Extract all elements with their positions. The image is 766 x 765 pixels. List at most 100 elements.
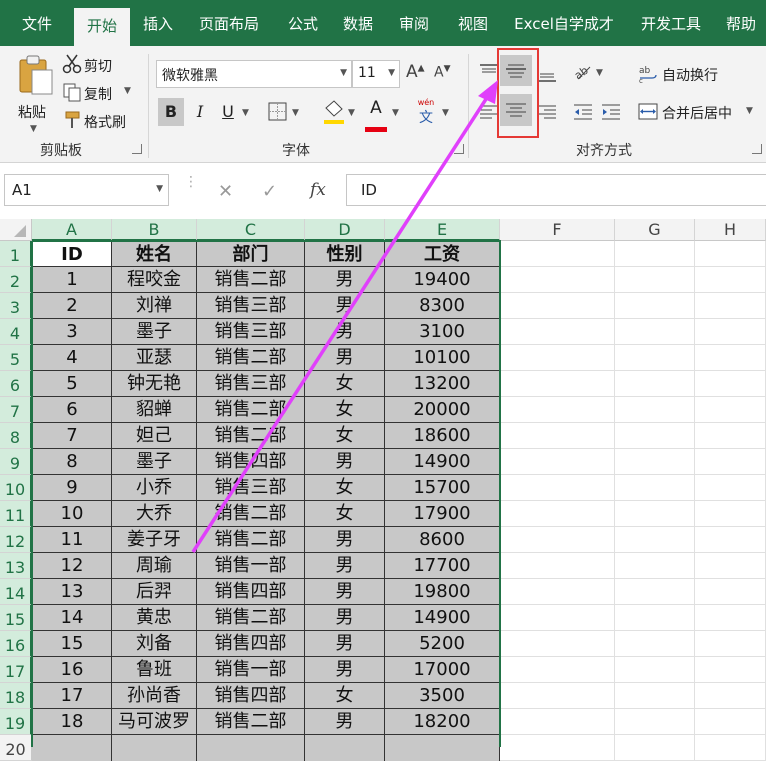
- table-cell[interactable]: 妲己: [112, 423, 197, 449]
- empty-cell[interactable]: [615, 449, 695, 475]
- empty-cell[interactable]: [615, 371, 695, 397]
- paste-button[interactable]: 粘贴 ▼: [14, 54, 54, 134]
- table-cell[interactable]: 女: [305, 397, 385, 423]
- column-header-B[interactable]: B: [112, 219, 197, 241]
- table-cell[interactable]: 钟无艳: [112, 371, 197, 397]
- tab-4[interactable]: 公式: [280, 0, 326, 46]
- empty-cell[interactable]: [695, 553, 766, 579]
- table-cell[interactable]: 女: [305, 475, 385, 501]
- table-header-cell[interactable]: 姓名: [112, 241, 197, 267]
- clipboard-launcher-icon[interactable]: [132, 144, 142, 154]
- empty-cell[interactable]: [500, 449, 615, 475]
- table-cell[interactable]: 销售二部: [197, 397, 305, 423]
- table-cell[interactable]: 男: [305, 605, 385, 631]
- empty-cell[interactable]: [695, 423, 766, 449]
- empty-cell[interactable]: [615, 267, 695, 293]
- insert-function-button[interactable]: fx: [310, 180, 326, 200]
- table-cell[interactable]: 5: [32, 371, 112, 397]
- merge-center-button[interactable]: 合并后居中 ▼: [638, 100, 760, 124]
- table-cell[interactable]: 13200: [385, 371, 500, 397]
- table-cell[interactable]: 墨子: [112, 449, 197, 475]
- tab-7[interactable]: 视图: [448, 0, 498, 46]
- table-cell[interactable]: 14: [32, 605, 112, 631]
- shrink-font-button[interactable]: A▼: [434, 64, 451, 81]
- row-header-19[interactable]: 19: [0, 709, 32, 735]
- table-cell[interactable]: 14900: [385, 449, 500, 475]
- empty-cell[interactable]: [500, 527, 615, 553]
- table-cell[interactable]: 男: [305, 579, 385, 605]
- table-cell[interactable]: 貂蝉: [112, 397, 197, 423]
- table-cell[interactable]: 销售三部: [197, 371, 305, 397]
- table-header-cell[interactable]: ID: [32, 241, 112, 267]
- table-cell[interactable]: 销售二部: [197, 605, 305, 631]
- column-header-G[interactable]: G: [615, 219, 695, 241]
- empty-cell[interactable]: [695, 345, 766, 371]
- row-header-6[interactable]: 6: [0, 371, 32, 397]
- table-cell[interactable]: 销售四部: [197, 631, 305, 657]
- table-cell[interactable]: 销售二部: [197, 501, 305, 527]
- fill-color-dropdown-icon[interactable]: ▼: [348, 108, 355, 118]
- tab-0[interactable]: 文件: [6, 0, 68, 46]
- table-cell[interactable]: 刘备: [112, 631, 197, 657]
- table-cell[interactable]: 17: [32, 683, 112, 709]
- fill-color-button[interactable]: [322, 98, 346, 130]
- table-cell[interactable]: 男: [305, 527, 385, 553]
- table-cell[interactable]: 销售二部: [197, 527, 305, 553]
- table-cell[interactable]: 男: [305, 319, 385, 345]
- row-header-13[interactable]: 13: [0, 553, 32, 579]
- table-cell[interactable]: 销售四部: [197, 449, 305, 475]
- alignment-launcher-icon[interactable]: [752, 144, 762, 154]
- empty-cell[interactable]: [695, 501, 766, 527]
- table-cell[interactable]: 18600: [385, 423, 500, 449]
- empty-cell[interactable]: [500, 423, 615, 449]
- table-cell[interactable]: [305, 735, 385, 761]
- row-header-10[interactable]: 10: [0, 475, 32, 501]
- table-cell[interactable]: 男: [305, 631, 385, 657]
- empty-cell[interactable]: [695, 319, 766, 345]
- table-cell[interactable]: 女: [305, 501, 385, 527]
- table-cell[interactable]: 销售三部: [197, 293, 305, 319]
- table-cell[interactable]: [112, 735, 197, 761]
- bottom-align-button[interactable]: [536, 66, 558, 90]
- table-cell[interactable]: [197, 735, 305, 761]
- empty-cell[interactable]: [695, 709, 766, 735]
- table-cell[interactable]: 男: [305, 345, 385, 371]
- copy-button[interactable]: 复制 ▼: [62, 82, 142, 104]
- row-header-9[interactable]: 9: [0, 449, 32, 475]
- column-header-D[interactable]: D: [305, 219, 385, 241]
- table-cell[interactable]: 19800: [385, 579, 500, 605]
- table-cell[interactable]: 销售一部: [197, 657, 305, 683]
- table-cell[interactable]: 女: [305, 683, 385, 709]
- table-cell[interactable]: 14900: [385, 605, 500, 631]
- name-box[interactable]: A1 ▼: [4, 174, 169, 206]
- table-cell[interactable]: 亚瑟: [112, 345, 197, 371]
- table-cell[interactable]: 16: [32, 657, 112, 683]
- empty-cell[interactable]: [500, 241, 615, 267]
- table-cell[interactable]: 17900: [385, 501, 500, 527]
- decrease-indent-button[interactable]: [572, 102, 594, 126]
- empty-cell[interactable]: [500, 345, 615, 371]
- empty-cell[interactable]: [500, 631, 615, 657]
- formula-input[interactable]: ID: [346, 174, 766, 206]
- column-header-A[interactable]: A: [32, 219, 112, 241]
- table-cell[interactable]: 6: [32, 397, 112, 423]
- empty-cell[interactable]: [500, 735, 615, 761]
- tab-5[interactable]: 数据: [334, 0, 382, 46]
- row-header-5[interactable]: 5: [0, 345, 32, 371]
- table-cell[interactable]: 周瑜: [112, 553, 197, 579]
- empty-cell[interactable]: [695, 631, 766, 657]
- empty-cell[interactable]: [615, 475, 695, 501]
- empty-cell[interactable]: [615, 241, 695, 267]
- row-header-17[interactable]: 17: [0, 657, 32, 683]
- empty-cell[interactable]: [615, 605, 695, 631]
- table-cell[interactable]: 2: [32, 293, 112, 319]
- phonetic-dropdown-icon[interactable]: ▼: [442, 108, 449, 118]
- increase-indent-button[interactable]: [600, 102, 622, 126]
- table-cell[interactable]: 鲁班: [112, 657, 197, 683]
- table-cell[interactable]: 销售四部: [197, 579, 305, 605]
- align-right-button[interactable]: [536, 102, 558, 126]
- table-cell[interactable]: 18: [32, 709, 112, 735]
- table-cell[interactable]: 11: [32, 527, 112, 553]
- tab-10[interactable]: 帮助: [716, 0, 766, 46]
- paste-dropdown-icon[interactable]: ▼: [30, 124, 37, 134]
